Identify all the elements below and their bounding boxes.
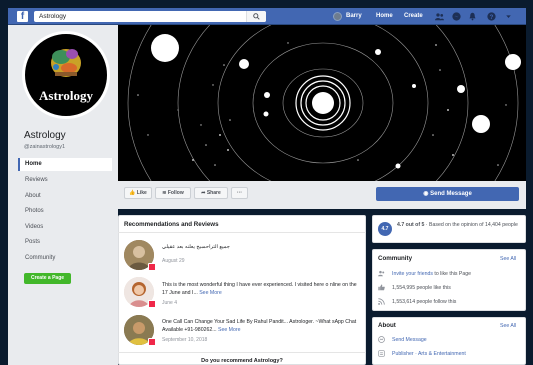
rating-summary: 4.7 out of 5 · Based on the opinion of 1… [397,222,521,229]
recommendation-badge-icon [148,263,156,271]
review-text: جميع التراحسيح يعلنه بعد عقيلي [162,244,230,250]
follow-button-label: Follow [167,190,184,196]
page-profile-picture[interactable]: Astrology [22,31,110,119]
top-navigation-bar: f Astrology Barry Home Create ? [8,8,526,25]
page-likes-count: 1,554,995 people like this [392,285,451,291]
review-text: One Call Can Change Your Sad Life By Rah… [162,319,358,334]
sidebar-item-home[interactable]: Home [18,158,112,171]
send-message-button[interactable]: ◉ Send Message [376,187,519,201]
about-title: About [378,322,396,329]
review-date[interactable]: September 10, 2018 [162,337,207,343]
review-date[interactable]: August 29 [162,258,185,264]
svg-text:?: ? [490,15,494,21]
search-input[interactable]: Astrology [34,11,266,22]
follow-rss-icon [378,298,385,305]
review-text-body: This is the most wonderful thing I have … [162,282,357,296]
share-button-label: Share [206,190,221,196]
page-category: Publisher · Arts & Entertainment [392,351,466,357]
divider [118,232,366,233]
review-date[interactable]: June 4 [162,300,177,306]
send-message-label: Send Message [430,191,472,197]
about-send-message-link[interactable]: Send Message [392,337,427,343]
avatar-logo-text: Astrology [39,88,93,103]
recommendation-badge-icon [148,300,156,308]
user-profile-link[interactable]: Barry [346,8,362,25]
invite-friends-link[interactable]: Invite your friends [392,271,433,277]
sidebar-item-posts[interactable]: Posts [18,236,112,249]
search-icon [253,13,260,20]
solar-system-cover-artwork [118,25,526,181]
category-arts-link[interactable]: · Arts & Entertainment [414,351,466,357]
divider [118,352,366,353]
like-icon [378,284,385,291]
category-publisher-link[interactable]: Publisher [392,351,414,357]
share-button[interactable]: ➦ Share [194,187,228,199]
category-tag-icon [378,350,385,357]
about-see-all-link[interactable]: See All [500,323,516,329]
notifications-icon[interactable] [468,12,477,21]
follow-button[interactable]: ≋ Follow [155,187,191,199]
home-link[interactable]: Home [376,8,393,25]
recommendation-badge-icon [148,338,156,346]
rating-score-badge[interactable]: 4.7 [378,222,392,236]
facebook-logo[interactable]: f [17,11,28,22]
sidebar-item-photos[interactable]: Photos [18,205,112,218]
page-username[interactable]: @zainastrology1 [24,144,65,150]
rating-basis: · Based on the opinion of 14,404 people [424,222,518,228]
recommendations-title: Recommendations and Reviews [124,221,219,228]
like-icon: 👍 [129,190,137,196]
messenger-icon [378,336,385,343]
rating-card [372,215,526,243]
like-button[interactable]: 👍 Like [124,187,152,199]
community-see-all-link[interactable]: See All [500,256,516,262]
rating-value: 4.7 out of 5 [397,222,425,228]
sidebar-item-about[interactable]: About [18,190,112,203]
like-button-label: Like [136,190,147,196]
recommend-prompt[interactable]: Do you recommend Astrology? [118,358,366,364]
sidebar-item-reviews[interactable]: Reviews [18,174,112,187]
sidebar-item-community[interactable]: Community [18,252,112,265]
page-follows-count: 1,553,614 people follow this [392,299,457,305]
community-title: Community [378,255,413,262]
search-input-value[interactable]: Astrology [39,12,66,21]
review-text: This is the most wonderful thing I have … [162,282,358,297]
friend-requests-icon[interactable] [435,12,444,21]
review-text-body: One Call Can Change Your Sad Life By Rah… [162,319,357,333]
user-avatar[interactable] [333,12,342,21]
invite-friends-row: Invite your friends to like this Page [392,271,471,277]
see-more-link[interactable]: See More [199,290,222,296]
invite-friends-icon [378,270,385,277]
sidebar-item-videos[interactable]: Videos [18,221,112,234]
see-more-link[interactable]: See More [218,327,241,333]
messenger-icon[interactable] [452,12,461,21]
cover-photo[interactable] [118,25,526,181]
create-link[interactable]: Create [404,8,423,25]
page-title[interactable]: Astrology [24,130,66,141]
help-icon[interactable]: ? [487,12,496,21]
more-options-button[interactable]: ··· [231,187,248,199]
account-menu-chevron-down-icon[interactable] [504,12,513,21]
create-page-button[interactable]: Create a Page [24,273,71,284]
invite-friends-text: to like this Page [432,271,472,277]
search-button[interactable] [246,11,266,22]
